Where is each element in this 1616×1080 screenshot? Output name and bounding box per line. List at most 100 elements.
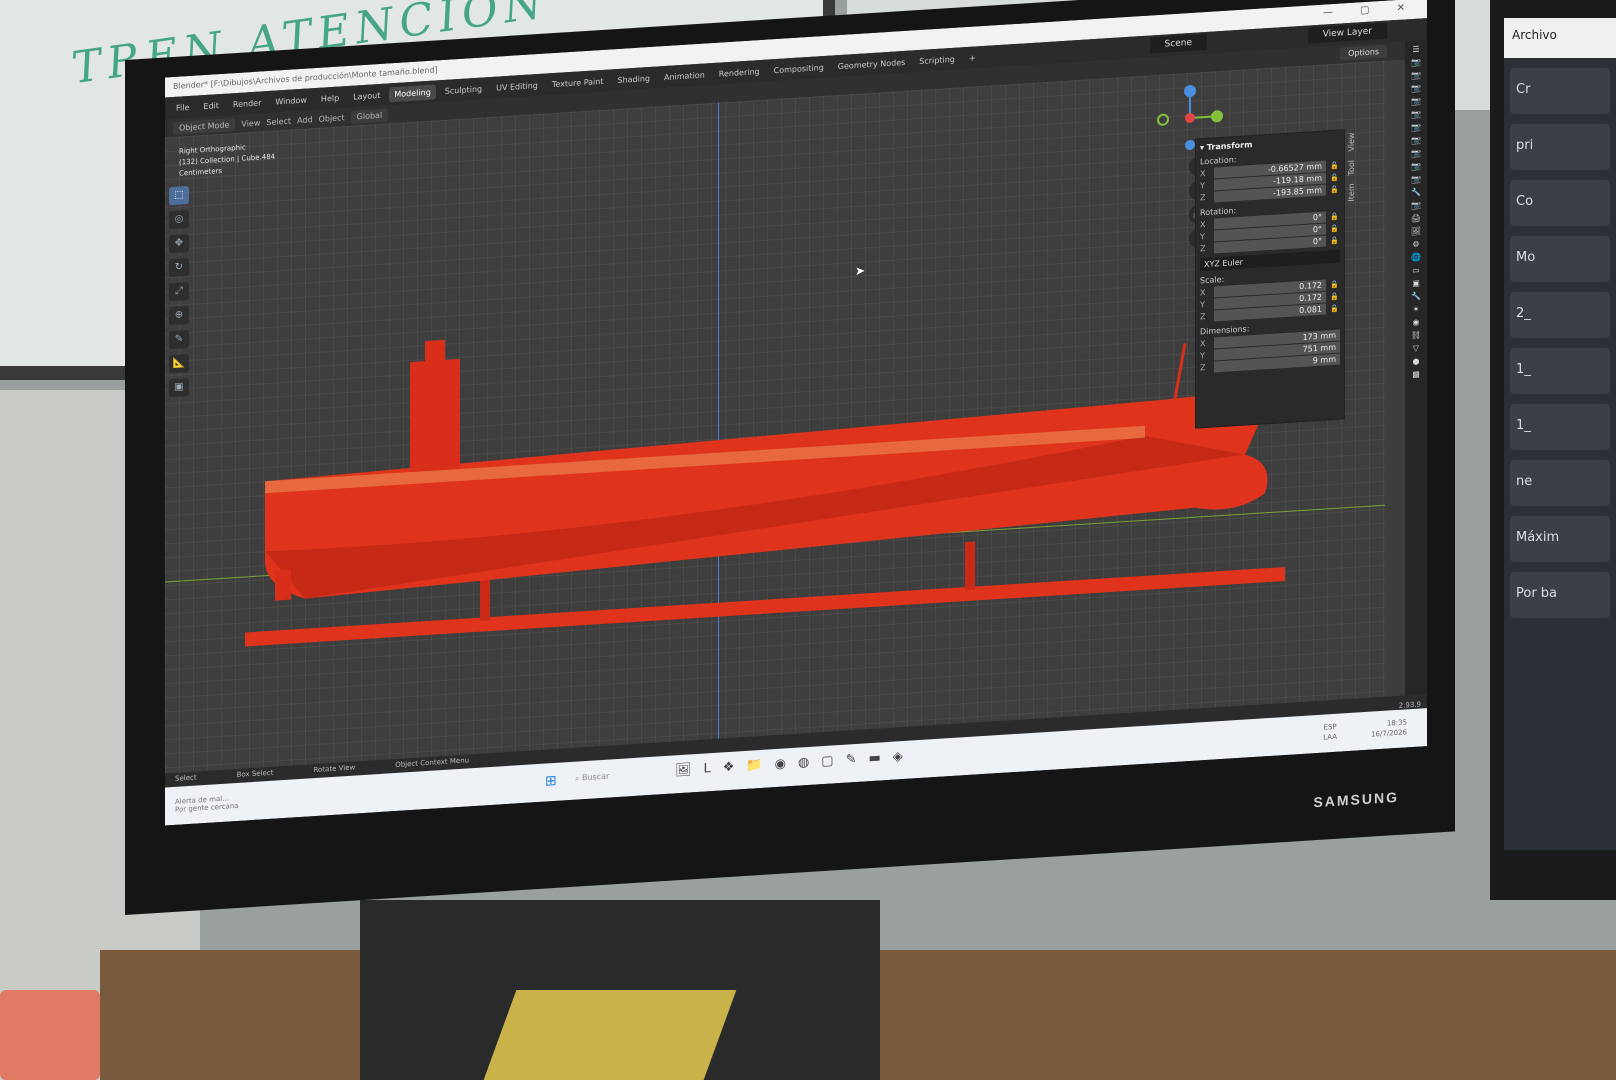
language-indicator[interactable]: ESP LAA <box>1323 722 1337 743</box>
scene-properties-icon[interactable]: ⚙ <box>1412 240 1419 249</box>
view-layer-selector[interactable]: View Layer <box>1307 22 1387 44</box>
object-properties-icon[interactable]: ▣ <box>1412 279 1420 288</box>
neg-y-axis-handle[interactable] <box>1157 113 1169 126</box>
tool-properties-icon[interactable]: 🔧 <box>1411 187 1421 197</box>
second-monitor-item[interactable]: Mo <box>1510 236 1610 282</box>
y-axis-handle[interactable] <box>1211 110 1223 123</box>
lock-icon[interactable]: 🔓 <box>1330 292 1340 301</box>
tab-shading[interactable]: Shading <box>612 70 655 88</box>
material-properties-icon[interactable]: ● <box>1413 357 1420 366</box>
container-ship-model[interactable] <box>245 267 1285 652</box>
camera-visibility-icon[interactable]: 📷 <box>1411 96 1421 106</box>
measure-tool-icon[interactable]: 📐 <box>169 353 189 374</box>
tab-modeling[interactable]: Modeling <box>389 83 436 102</box>
tab-item[interactable]: Item <box>1347 183 1361 202</box>
scale-tool-icon[interactable]: ⤢ <box>169 281 189 302</box>
copilot-app-icon[interactable]: ❖ <box>723 760 735 776</box>
task-view-icon[interactable]: L <box>704 761 711 776</box>
second-monitor-item[interactable]: Co <box>1510 180 1610 226</box>
rotate-tool-icon[interactable]: ↻ <box>169 257 189 278</box>
window-controls[interactable]: — ▢ ✕ <box>1323 2 1417 19</box>
second-monitor-item[interactable]: Máxim <box>1510 516 1610 562</box>
output-properties-icon[interactable]: 🖨 <box>1411 213 1421 223</box>
camera-visibility-icon[interactable]: 📷 <box>1411 83 1421 93</box>
second-monitor-item[interactable]: 1_ <box>1510 348 1610 394</box>
transform-tool-icon[interactable]: ⊕ <box>169 305 189 326</box>
annotate-tool-icon[interactable]: ✎ <box>169 329 189 350</box>
chrome-app-icon[interactable]: ◍ <box>798 755 809 771</box>
z-axis-handle[interactable] <box>1184 84 1196 98</box>
second-monitor-item[interactable]: 1_ <box>1510 404 1610 450</box>
lock-icon[interactable]: 🔓 <box>1330 280 1340 289</box>
lock-icon[interactable]: 🔓 <box>1330 161 1340 170</box>
texture-properties-icon[interactable]: ▩ <box>1412 370 1420 379</box>
tab-scripting[interactable]: Scripting <box>914 51 960 69</box>
lock-icon[interactable]: 🔓 <box>1330 212 1340 221</box>
cursor-tool-icon[interactable]: ◎ <box>169 209 189 230</box>
tab-uv-editing[interactable]: UV Editing <box>491 77 543 95</box>
lock-icon[interactable]: 🔓 <box>1330 185 1340 194</box>
world-properties-icon[interactable]: 🌐 <box>1411 252 1421 262</box>
constraints-properties-icon[interactable]: ⛓ <box>1411 330 1421 340</box>
taskbar-search[interactable]: ⌕ Buscar <box>575 772 609 784</box>
app-icon[interactable]: ✎ <box>846 752 857 768</box>
weather-widget[interactable]: Alerta de mal... Por gente cercana <box>165 787 345 814</box>
tab-animation[interactable]: Animation <box>659 67 710 85</box>
header-menu-view[interactable]: View <box>241 118 260 128</box>
menu-help[interactable]: Help <box>316 90 344 107</box>
tab-rendering[interactable]: Rendering <box>714 63 765 81</box>
physics-properties-icon[interactable]: ◉ <box>1413 318 1420 327</box>
second-monitor-title[interactable]: Archivo <box>1504 18 1616 58</box>
tab-tool[interactable]: Tool <box>1347 159 1361 176</box>
camera-visibility-icon[interactable]: 📷 <box>1411 174 1421 184</box>
camera-visibility-icon[interactable]: 📷 <box>1411 122 1421 132</box>
3d-viewport[interactable]: Right Orthographic (132) Collection | Cu… <box>165 60 1385 788</box>
transform-orientation-dropdown[interactable]: Global <box>350 107 389 124</box>
outliner-filter-icon[interactable]: ☰ <box>1412 45 1419 54</box>
tab-texture-paint[interactable]: Texture Paint <box>547 73 609 92</box>
camera-visibility-icon[interactable]: 📷 <box>1411 135 1421 145</box>
object-mode-dropdown[interactable]: Object Mode <box>173 117 236 135</box>
tab-layout[interactable]: Layout <box>348 87 385 104</box>
lock-icon[interactable]: 🔓 <box>1330 304 1340 313</box>
menu-window[interactable]: Window <box>270 92 312 110</box>
menu-render[interactable]: Render <box>228 95 266 112</box>
render-properties-icon[interactable]: 📷 <box>1411 200 1421 210</box>
data-properties-icon[interactable]: ▽ <box>1413 344 1419 353</box>
tab-sculpting[interactable]: Sculpting <box>440 81 487 99</box>
modifier-properties-icon[interactable]: 🔧 <box>1411 291 1421 301</box>
neg-z-axis-handle[interactable] <box>1185 139 1195 151</box>
tab-geometry-nodes[interactable]: Geometry Nodes <box>833 54 910 74</box>
options-button[interactable]: Options <box>1340 44 1387 61</box>
select-tool-icon[interactable]: ⬚ <box>169 185 189 206</box>
particles-properties-icon[interactable]: ✶ <box>1413 305 1420 314</box>
second-monitor-item[interactable]: Cr <box>1510 68 1610 114</box>
scene-selector[interactable]: Scene <box>1149 33 1207 54</box>
camera-visibility-icon[interactable]: 📷 <box>1411 148 1421 158</box>
second-monitor-item[interactable]: pri <box>1510 124 1610 170</box>
lock-icon[interactable]: 🔓 <box>1330 173 1340 182</box>
camera-visibility-icon[interactable]: 📷 <box>1411 70 1421 80</box>
file-explorer-icon[interactable]: 📁 <box>746 758 762 774</box>
header-menu-object[interactable]: Object <box>319 113 345 124</box>
camera-visibility-icon[interactable]: 📷 <box>1411 109 1421 119</box>
tab-view[interactable]: View <box>1347 132 1361 153</box>
menu-file[interactable]: File <box>171 99 194 115</box>
second-monitor-item[interactable]: Por ba <box>1510 572 1610 618</box>
taskbar-clock[interactable]: 18:35 16/7/2026 <box>1371 717 1407 739</box>
move-tool-icon[interactable]: ✥ <box>169 233 189 254</box>
green-app-icon[interactable]: ▢ <box>821 753 833 769</box>
add-workspace-icon[interactable]: + <box>964 50 981 66</box>
second-monitor-item[interactable]: 2_ <box>1510 292 1610 338</box>
header-menu-add[interactable]: Add <box>297 115 313 125</box>
menu-edit[interactable]: Edit <box>198 97 224 114</box>
second-monitor-item[interactable]: ne <box>1510 460 1610 506</box>
view-layer-properties-icon[interactable]: 🖼 <box>1411 226 1421 236</box>
x-axis-handle[interactable] <box>1185 112 1195 124</box>
windows-start-icon[interactable]: ⊞ <box>545 773 557 790</box>
lock-icon[interactable]: 🔓 <box>1330 236 1340 245</box>
add-cube-tool-icon[interactable]: ▣ <box>169 377 189 398</box>
widgets-app-icon[interactable]: 🖼 <box>675 762 692 778</box>
camera-visibility-icon[interactable]: 📷 <box>1411 57 1421 67</box>
blender-app-icon[interactable]: ◉ <box>775 756 786 772</box>
